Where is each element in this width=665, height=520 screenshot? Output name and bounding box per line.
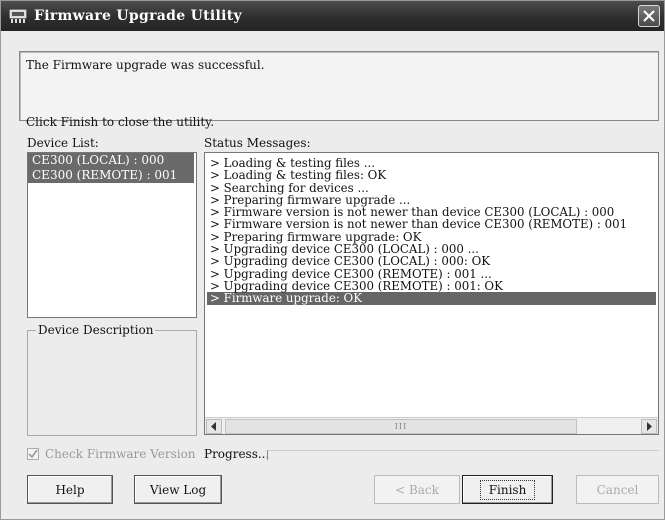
status-message-item[interactable]: > Upgrading device CE300 (LOCAL) : 000: … bbox=[207, 255, 656, 268]
device-item-remote[interactable]: CE300 (REMOTE) : 001 bbox=[28, 168, 194, 183]
success-message: The Firmware upgrade was successful. bbox=[26, 58, 265, 72]
status-message-item[interactable]: > Loading & testing files: OK bbox=[207, 169, 656, 182]
close-icon bbox=[643, 10, 655, 22]
status-messages-label: Status Messages: bbox=[204, 136, 311, 150]
back-button-label: < Back bbox=[395, 482, 439, 497]
device-list-label: Device List: bbox=[27, 136, 99, 150]
close-button[interactable] bbox=[638, 5, 660, 27]
progress-bar bbox=[267, 450, 659, 460]
message-box: The Firmware upgrade was successful. Cli… bbox=[19, 51, 659, 129]
check-firmware-version-checkbox[interactable]: Check Firmware Version bbox=[27, 447, 196, 461]
scroll-grip: III bbox=[394, 422, 408, 431]
chevron-left-icon bbox=[211, 422, 216, 431]
scroll-left-button[interactable] bbox=[206, 419, 222, 434]
checkmark-icon bbox=[28, 449, 38, 459]
view-log-button[interactable]: View Log bbox=[134, 475, 222, 504]
scroll-thumb[interactable]: III bbox=[225, 419, 577, 434]
progress-label: Progress... bbox=[204, 447, 270, 461]
horizontal-scrollbar[interactable]: III bbox=[205, 417, 658, 434]
help-button-label: Help bbox=[55, 482, 85, 497]
help-button[interactable]: Help bbox=[27, 475, 113, 504]
status-messages-list[interactable]: > Loading & testing files ... > Loading &… bbox=[204, 152, 659, 435]
checkbox-box[interactable] bbox=[27, 448, 39, 460]
chevron-right-icon bbox=[647, 422, 652, 431]
status-message-item[interactable]: > Firmware version is not newer than dev… bbox=[207, 218, 656, 231]
window-title: Firmware Upgrade Utility bbox=[34, 8, 242, 24]
finish-button-label: Finish bbox=[479, 479, 536, 500]
cancel-button[interactable]: Cancel bbox=[576, 475, 659, 504]
back-button[interactable]: < Back bbox=[374, 475, 460, 504]
chip-icon bbox=[9, 8, 27, 24]
status-messages-content: > Loading & testing files ... > Loading &… bbox=[207, 157, 656, 305]
device-item-local[interactable]: CE300 (LOCAL) : 000 bbox=[28, 153, 194, 168]
view-log-button-label: View Log bbox=[149, 482, 207, 497]
firmware-upgrade-window: Firmware Upgrade Utility The Firmware up… bbox=[0, 0, 665, 520]
finish-button[interactable]: Finish bbox=[462, 475, 553, 504]
finish-instruction: Click Finish to close the utility. bbox=[26, 115, 215, 129]
title-bar[interactable]: Firmware Upgrade Utility bbox=[1, 1, 664, 31]
status-message-item[interactable]: > Firmware upgrade: OK bbox=[207, 292, 656, 305]
device-list[interactable]: CE300 (LOCAL) : 000 CE300 (REMOTE) : 001 bbox=[27, 152, 197, 318]
device-description-label: Device Description bbox=[36, 323, 156, 337]
check-firmware-version-label: Check Firmware Version bbox=[45, 447, 196, 461]
device-description-group: Device Description bbox=[27, 323, 197, 436]
scroll-right-button[interactable] bbox=[641, 419, 657, 434]
cancel-button-label: Cancel bbox=[596, 482, 639, 497]
